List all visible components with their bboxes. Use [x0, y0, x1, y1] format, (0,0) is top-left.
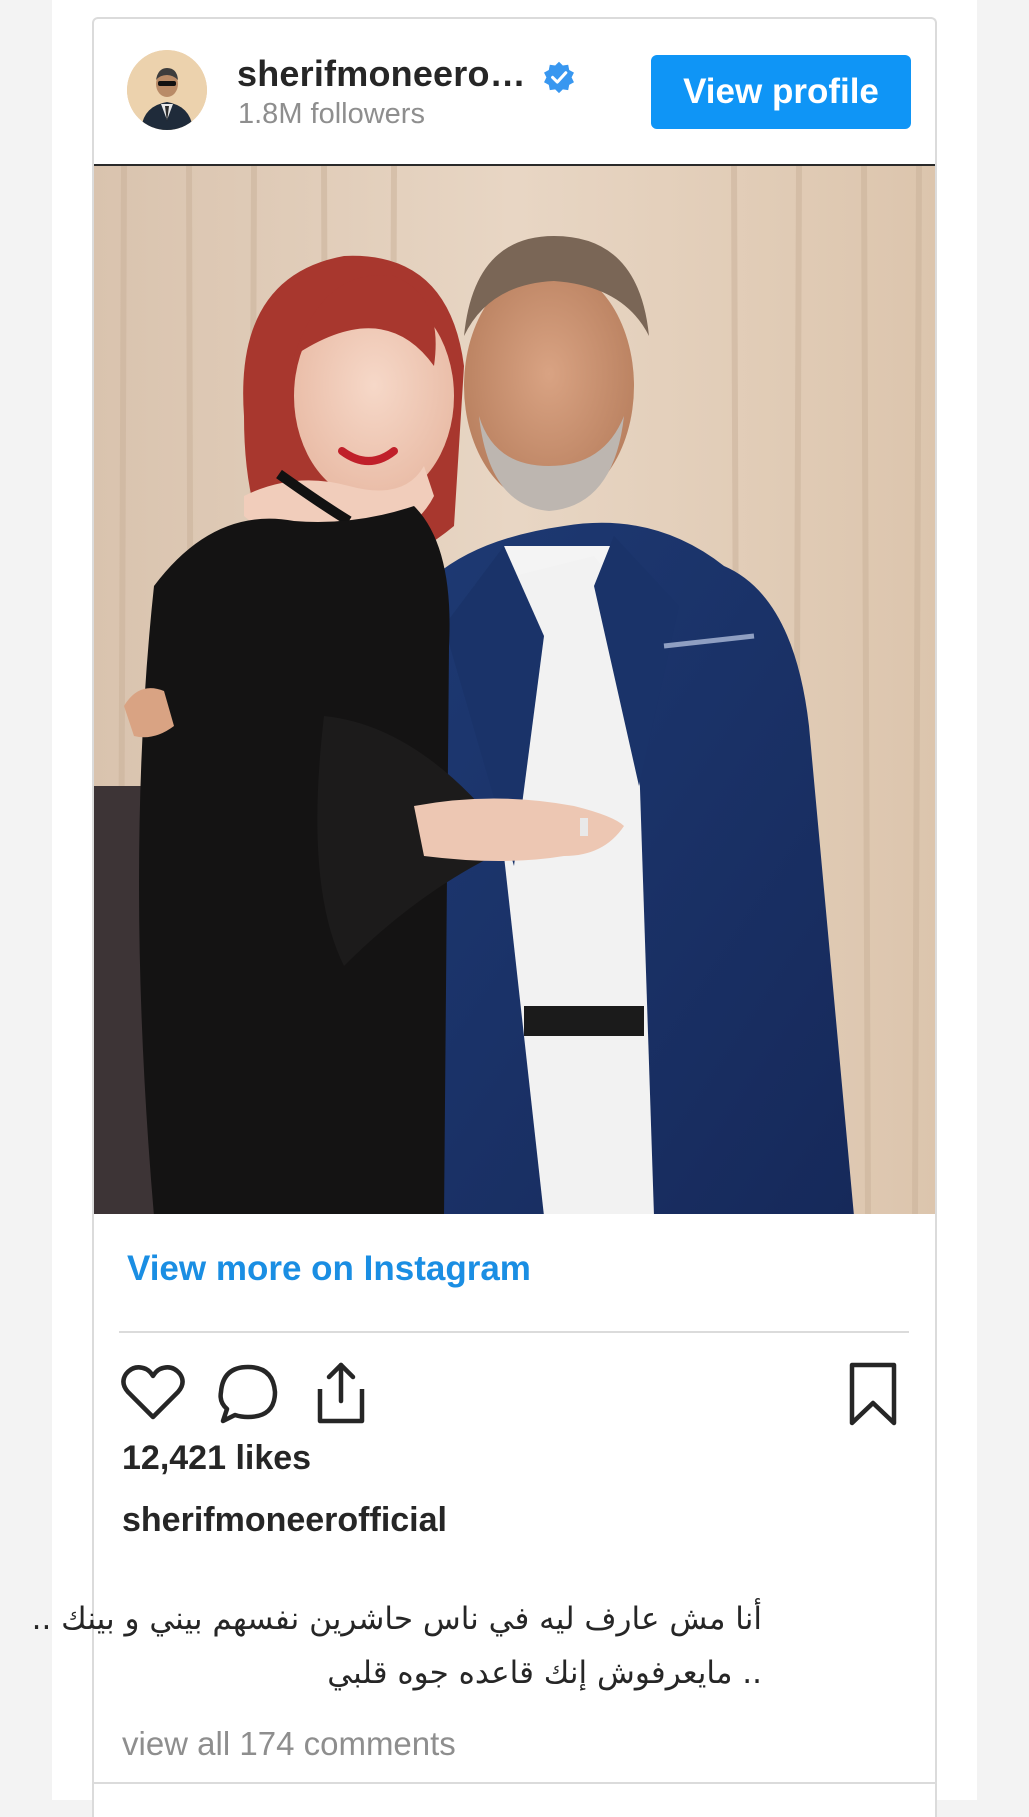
username[interactable]: sherifmoneero…	[237, 53, 526, 95]
bookmark-icon[interactable]	[838, 1359, 908, 1429]
like-count[interactable]: 12,421 likes	[122, 1439, 311, 1478]
verified-badge-icon	[544, 61, 574, 94]
view-more-on-instagram-link[interactable]: View more on Instagram	[127, 1249, 531, 1289]
divider	[94, 1782, 935, 1784]
comment-icon[interactable]	[213, 1359, 283, 1429]
post-header: sherifmoneero… 1.8M followers View profi…	[94, 19, 935, 164]
instagram-embed-card: sherifmoneero… 1.8M followers View profi…	[31, 17, 937, 1817]
view-all-comments-link[interactable]: view all 174 comments	[122, 1725, 456, 1763]
divider	[119, 1331, 909, 1333]
caption-username[interactable]: sherifmoneerofficial	[122, 1501, 447, 1540]
caption-text-line-2: .. مايعرفوش إنك قاعده جوه قلبي	[327, 1655, 762, 1691]
post-image[interactable]	[94, 164, 935, 1214]
heart-icon[interactable]	[118, 1359, 188, 1429]
caption-text-line-1: أنا مش عارف ليه في ناس حاشرين نفسهم بيني…	[31, 1601, 762, 1637]
share-icon[interactable]	[306, 1359, 376, 1429]
view-profile-button[interactable]: View profile	[651, 55, 911, 129]
profile-avatar[interactable]	[127, 50, 207, 130]
follower-count: 1.8M followers	[238, 98, 425, 130]
